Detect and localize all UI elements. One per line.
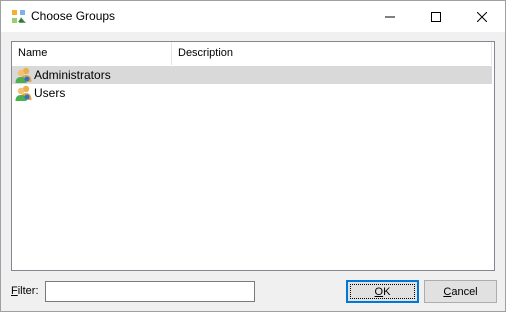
maximize-button[interactable]	[413, 1, 459, 32]
title-bar[interactable]: Choose Groups	[1, 1, 505, 32]
filter-label: Filter:	[11, 285, 39, 297]
list-rows: Administrators Users	[12, 66, 494, 102]
list-header: Name Description	[12, 42, 494, 65]
filter-input[interactable]	[45, 281, 255, 302]
close-icon	[477, 11, 487, 22]
list-item-users[interactable]: Users	[12, 84, 492, 102]
column-header-description[interactable]: Description	[172, 42, 492, 65]
group-icon	[15, 85, 33, 101]
cancel-button[interactable]: Cancel	[424, 280, 497, 303]
groups-list[interactable]: Name Description Administrators Users	[11, 41, 495, 271]
choose-groups-dialog: Choose Groups Name Description Administr…	[0, 0, 506, 312]
maximize-icon	[431, 11, 441, 22]
ok-button[interactable]: OK	[346, 280, 419, 303]
list-item-label: Administrators	[34, 68, 111, 82]
window-title: Choose Groups	[31, 9, 116, 23]
group-icon	[15, 67, 33, 83]
list-item-label: Users	[34, 86, 66, 100]
cancel-button-label: Cancel	[443, 286, 477, 298]
list-item-administrators[interactable]: Administrators	[12, 66, 492, 84]
minimize-button[interactable]	[367, 1, 413, 32]
column-header-name[interactable]: Name	[12, 42, 172, 65]
filter-label-mnemonic: F	[11, 285, 18, 297]
close-button[interactable]	[459, 1, 505, 32]
choose-groups-icon	[11, 9, 27, 25]
filter-label-text: ilter:	[17, 285, 39, 297]
minimize-icon	[385, 12, 395, 22]
cancel-label-rest: ancel	[451, 285, 478, 298]
focus-rectangle	[350, 284, 415, 299]
